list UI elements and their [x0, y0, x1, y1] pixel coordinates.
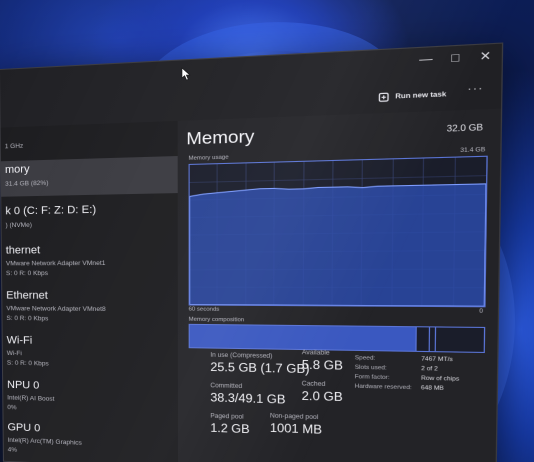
sidebar-item-wifi[interactable]: Wi-Fi Wi-Fi S: 0 R: 0 Kbps [3, 332, 178, 377]
sidebar-item-npu[interactable]: NPU 0 Intel(R) AI Boost 0% [3, 376, 178, 422]
memory-details: Speed: 7467 MT/s Slots used: 2 of 2 Form… [354, 355, 487, 422]
sidebar-item-disk-sub: ) (NVMe) [5, 221, 32, 230]
paged-pool-label: Paged pool [210, 413, 244, 421]
detail-key: Form factor: [354, 374, 390, 382]
sidebar-item-gpu[interactable]: GPU 0 Intel(R) Arc(TM) Graphics 4% [3, 419, 178, 462]
non-paged-pool-label: Non-paged pool [269, 413, 319, 422]
composition-in-use [189, 324, 416, 351]
sidebar-item-ethernet-vmnet8-sub: VMware Network Adapter VMnet8 [6, 305, 106, 313]
sidebar-item-npu-title: NPU 0 [7, 379, 40, 392]
memory-panel: Memory 32.0 GB Memory usage 31.4 GB 60 s… [177, 108, 501, 462]
detail-value: 648 MB [420, 385, 444, 393]
sidebar-item-gpu-sub: Intel(R) Arc(TM) Graphics [7, 436, 82, 447]
detail-key: Speed: [354, 355, 376, 362]
sidebar-item-wifi-rate: S: 0 R: 0 Kbps [6, 359, 49, 368]
sidebar-item-ethernet-vmnet8-title: Ethernet [6, 289, 48, 302]
memory-usage-label: Memory usage [188, 154, 229, 162]
sidebar-item-disk-title: k 0 (C: F: Z: D: E:) [5, 203, 97, 218]
graph-time-end: 0 [479, 308, 484, 315]
maximize-button[interactable]: □ [442, 45, 470, 71]
graph-time-label: 60 seconds [188, 306, 220, 313]
detail-value: 7467 MT/s [421, 356, 453, 364]
sidebar-item-gpu-usage: 4% [7, 446, 18, 454]
run-new-task-label: Run new task [395, 90, 447, 101]
composition-standby [434, 327, 484, 352]
close-button[interactable]: ✕ [471, 44, 499, 70]
mouse-pointer-icon [181, 67, 191, 81]
more-options-button[interactable]: ··· [467, 83, 483, 96]
non-paged-pool-value: 1001 MB [269, 422, 323, 437]
sidebar-item-npu-usage: 0% [7, 404, 17, 412]
run-task-icon [378, 92, 389, 102]
memory-usage-graph [188, 155, 488, 308]
memory-composition-bar [188, 323, 486, 354]
sidebar-item-ethernet-vmnet1-title: thernet [5, 244, 41, 257]
detail-value: Row of chips [421, 375, 460, 383]
paged-pool-value: 1.2 GB [210, 422, 250, 437]
minimize-button[interactable]: — [412, 47, 439, 73]
page-title: Memory [186, 126, 255, 149]
sidebar-item-memory-title: mory [4, 163, 30, 176]
sidebar-item-ethernet-vmnet8-rate: S: 0 R: 0 Kbps [6, 315, 49, 323]
available-value: 5.8 GB [301, 359, 343, 373]
memory-usage-area [190, 184, 486, 306]
sidebar-item-gpu-title: GPU 0 [7, 421, 41, 435]
memory-usage-graph-svg [190, 157, 487, 306]
sidebar-item-ethernet-vmnet8[interactable]: Ethernet VMware Network Adapter VMnet8 S… [2, 287, 178, 330]
detail-value: 2 of 2 [421, 365, 438, 373]
sidebar-item-memory[interactable]: mory 31.4 GB (82%) [0, 156, 178, 197]
run-new-task-button[interactable]: Run new task [378, 84, 446, 107]
cached-value: 2.0 GB [301, 390, 343, 405]
committed-value: 38.3/49.1 GB [210, 392, 286, 407]
memory-total: 32.0 GB [446, 122, 484, 134]
memory-composition-label: Memory composition [188, 316, 245, 324]
sidebar-item-npu-sub: Intel(R) AI Boost [7, 394, 55, 403]
sidebar-item-memory-sub: 31.4 GB (82%) [5, 179, 49, 188]
sidebar-item-wifi-title: Wi-Fi [6, 334, 33, 347]
sidebar-item-ethernet-vmnet1-rate: S: 0 R: 0 Kbps [5, 270, 49, 278]
committed-label: Committed [210, 383, 243, 391]
sidebar-item-ethernet-vmnet1[interactable]: thernet VMware Network Adapter VMnet1 S:… [2, 240, 178, 283]
task-manager-window: — □ ✕ Run new task ··· 1 GHz mory 31.4 G… [0, 43, 502, 462]
available-label: Available [301, 350, 330, 357]
sidebar-item-cpu[interactable]: 1 GHz [1, 125, 178, 157]
memory-usage-max: 31.4 GB [460, 146, 486, 155]
in-use-value: 25.5 GB (1.7 GB) [210, 361, 310, 377]
detail-key: Hardware reserved: [354, 383, 412, 392]
detail-key: Slots used: [354, 364, 387, 372]
performance-sidebar: 1 GHz mory 31.4 GB (82%) k 0 (C: F: Z: D… [0, 120, 179, 462]
sidebar-item-wifi-sub: Wi-Fi [6, 350, 22, 358]
cached-label: Cached [301, 381, 326, 389]
composition-modified [415, 327, 431, 352]
sidebar-item-ethernet-vmnet1-sub: VMware Network Adapter VMnet1 [5, 259, 106, 268]
sidebar-item-disk[interactable]: k 0 (C: F: Z: D: E:) ) (NVMe) [1, 199, 177, 238]
in-use-label: In use (Compressed) [210, 352, 273, 360]
sidebar-item-cpu-sub: 1 GHz [4, 142, 24, 151]
